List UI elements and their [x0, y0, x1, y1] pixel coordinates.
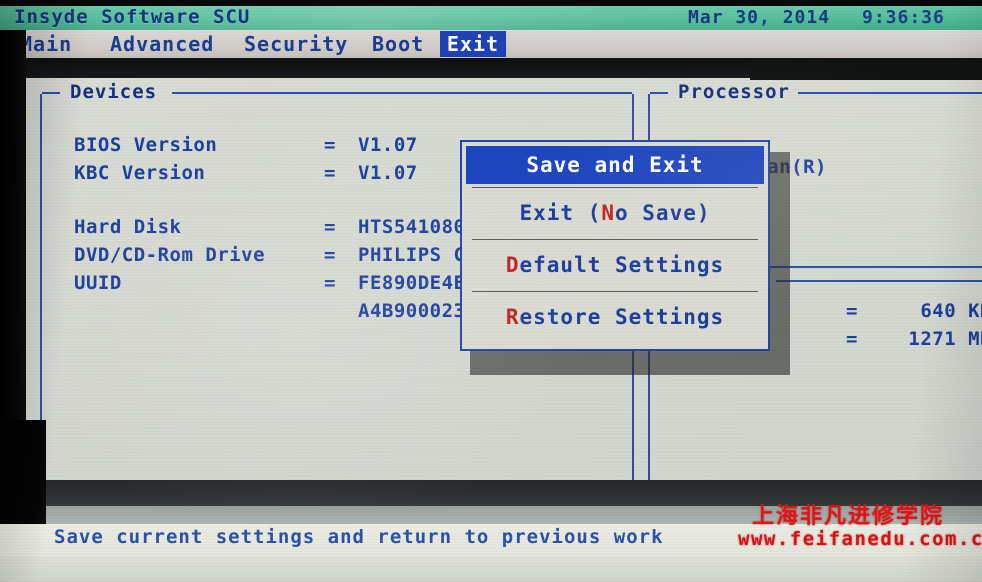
uuid-label: UUID: [74, 272, 122, 294]
memory-base-value: 640 KB: [920, 300, 982, 322]
footer-blank-area: [0, 556, 982, 582]
exit-dropdown-menu: Save and Exit Exit (No Save) Default Set…: [460, 140, 770, 351]
status-help-text: Save current settings and return to prev…: [54, 526, 664, 548]
system-time[interactable]: 9:36:36: [862, 7, 945, 28]
menu-tab-security[interactable]: Security: [238, 31, 354, 57]
menu-tab-exit[interactable]: Exit: [440, 31, 506, 57]
bios-screen-photo: Insyde Software SCU Mar 30, 2014 9:36:36…: [0, 0, 982, 582]
menu-item-restore-settings-label: estore Settings: [519, 305, 725, 329]
table-row: DVD/CD-Rom Drive = PHILIPS C: [74, 244, 465, 266]
kbc-version-label: KBC Version: [74, 162, 206, 184]
bios-version-value: V1.07: [358, 134, 418, 156]
menu-separator: [472, 291, 758, 292]
table-row: UUID = FE890DE4E: [74, 272, 465, 294]
menu-item-exit-no-save[interactable]: Exit (No Save): [462, 191, 768, 236]
bezel-top-right-shadow: [750, 58, 982, 80]
menu-tab-advanced[interactable]: Advanced: [104, 31, 220, 57]
app-title: Insyde Software SCU: [14, 6, 251, 28]
menu-item-exit-no-save-suffix: o Save): [615, 201, 711, 225]
equals-sign: =: [324, 244, 336, 266]
uuid-value: FE890DE4E: [358, 272, 466, 294]
devices-panel-title: Devices: [70, 81, 158, 103]
menu-item-save-and-exit[interactable]: Save and Exit: [466, 146, 764, 184]
memory-extended-value: 1271 MB: [908, 328, 982, 350]
dvd-drive-label: DVD/CD-Rom Drive: [74, 244, 266, 266]
bios-version-label: BIOS Version: [74, 134, 218, 156]
menu-item-default-settings[interactable]: Default Settings: [462, 243, 768, 288]
table-row: BIOS Version = V1.07: [74, 134, 418, 156]
hard-disk-label: Hard Disk: [74, 216, 182, 238]
watermark-chinese: 上海非凡进修学院: [752, 504, 945, 529]
equals-sign: =: [324, 134, 336, 156]
dvd-drive-value: PHILIPS C: [358, 244, 466, 266]
watermark-url: www.feifanedu.com.cn: [738, 528, 982, 550]
equals-sign: =: [846, 300, 858, 322]
menu-tab-boot[interactable]: Boot: [366, 31, 430, 57]
photo-vignette-top: [0, 0, 982, 6]
equals-sign: =: [846, 328, 858, 350]
bios-content-area: Devices BIOS Version = V1.07 KBC Version = V…: [26, 78, 982, 482]
menu-separator: [472, 239, 758, 240]
kbc-version-value: V1.07: [358, 162, 418, 184]
table-row: Hard Disk = HTS541080: [74, 216, 465, 238]
hard-disk-value: HTS541080: [358, 216, 466, 238]
menu-separator: [472, 187, 758, 188]
menu-item-exit-no-save-prefix: Exit (: [519, 201, 602, 225]
title-bar: Insyde Software SCU Mar 30, 2014 9:36:36: [0, 5, 982, 30]
system-date[interactable]: Mar 30, 2014: [688, 7, 830, 28]
accelerator-letter-r: R: [505, 305, 520, 329]
accelerator-letter-d: D: [505, 253, 520, 277]
menu-bar: Main Advanced Security Boot Exit: [0, 30, 982, 58]
processor-panel-title: Processor: [678, 81, 790, 103]
equals-sign: =: [324, 162, 336, 184]
equals-sign: =: [324, 272, 336, 294]
menu-item-restore-settings[interactable]: Restore Settings: [462, 295, 768, 340]
equals-sign: =: [324, 216, 336, 238]
menu-item-default-settings-label: efault Settings: [519, 253, 725, 277]
table-row: KBC Version = V1.07: [74, 162, 418, 184]
accelerator-letter-n: N: [601, 201, 615, 225]
